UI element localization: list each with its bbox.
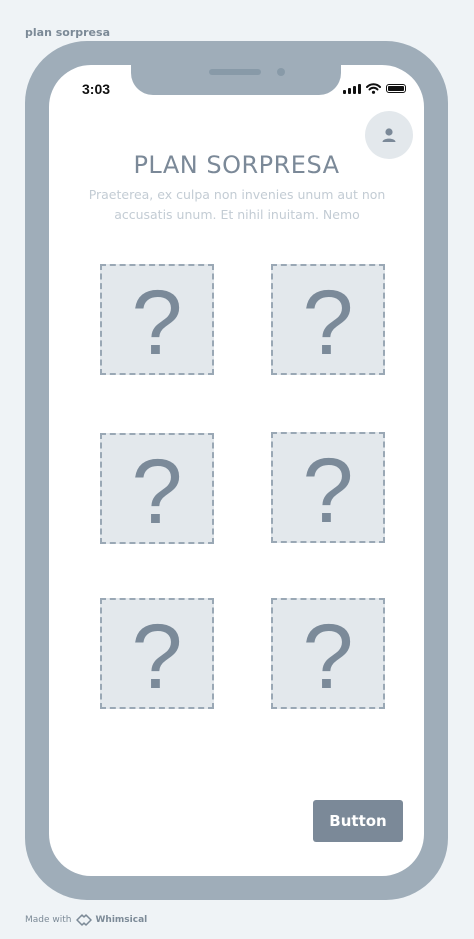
mystery-card[interactable]: ? — [100, 433, 214, 544]
front-camera — [277, 68, 285, 76]
question-mark-icon: ? — [131, 271, 183, 374]
wifi-icon — [366, 83, 381, 94]
mystery-card[interactable]: ? — [271, 598, 385, 709]
speaker-grille — [209, 69, 261, 75]
battery-icon — [386, 84, 406, 93]
mystery-card[interactable]: ? — [100, 598, 214, 709]
question-mark-icon: ? — [131, 605, 183, 708]
question-mark-icon: ? — [131, 440, 183, 543]
mystery-card[interactable]: ? — [100, 264, 214, 375]
whimsical-brand: Whimsical — [95, 915, 148, 925]
mystery-card[interactable]: ? — [271, 264, 385, 375]
page-subtitle: Praeterea, ex culpa non invenies unum au… — [88, 187, 386, 222]
phone-screen: 3:03 PLAN SORPRESA Praeterea, ex culpa n… — [49, 65, 424, 876]
status-icons — [343, 83, 406, 94]
phone-frame: 3:03 PLAN SORPRESA Praeterea, ex culpa n… — [25, 41, 448, 900]
status-time: 3:03 — [82, 81, 111, 97]
frame-title: plan sorpresa — [25, 26, 110, 39]
whimsical-logo-icon — [75, 914, 92, 926]
primary-button[interactable]: Button — [313, 800, 403, 842]
device-notch — [131, 65, 341, 95]
question-mark-icon: ? — [302, 605, 354, 708]
made-with-label: Made with — [25, 915, 72, 925]
signal-icon — [343, 83, 361, 94]
question-mark-icon: ? — [302, 271, 354, 374]
mystery-card[interactable]: ? — [271, 432, 385, 543]
page-title: PLAN SORPRESA — [133, 151, 340, 179]
user-icon — [382, 128, 396, 142]
made-with-footer[interactable]: Made with Whimsical — [25, 914, 147, 926]
question-mark-icon: ? — [302, 439, 354, 542]
